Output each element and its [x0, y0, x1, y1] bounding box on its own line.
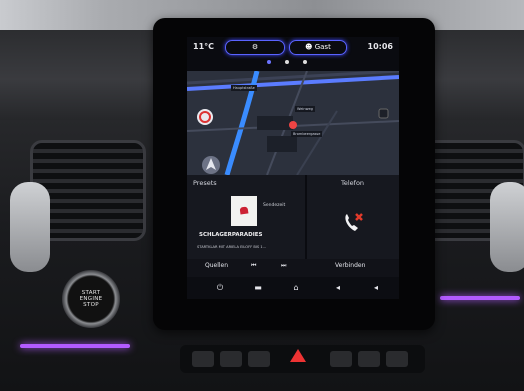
sender-tag: Sendezeit [263, 203, 286, 208]
console-switch[interactable] [358, 351, 380, 367]
page-dot[interactable] [285, 60, 289, 64]
console-switch[interactable] [248, 351, 270, 367]
presets-tile[interactable]: Presets Sendezeit SCHLAGERPARADIES START… [187, 175, 305, 259]
track-info: STARTKLAR MIT ARIELA EILOFF BIS 1... [197, 245, 267, 249]
skip-forward-icon[interactable]: ⏭ [281, 262, 286, 270]
dash-trim-left [10, 182, 50, 272]
profile-pill[interactable]: ☻ Gast [289, 40, 347, 55]
infotainment-screen: 11°C ⚙ ☻ Gast 10:06 Hauptstraße Weinweg … [187, 37, 399, 299]
heart-logo [239, 206, 249, 215]
map-street-label: Weinweg [295, 106, 315, 112]
console-switch[interactable] [192, 351, 214, 367]
navigation-map[interactable]: Hauptstraße Weinweg Brombeergasse [187, 71, 399, 175]
media-control-bar: Quellen ⏮ ⏭ Verbinden [187, 259, 399, 277]
hazard-light-button[interactable] [290, 349, 306, 362]
station-cover-art [231, 196, 257, 226]
equalizer-icon[interactable]: ▬ [253, 283, 263, 293]
volume-icon[interactable]: ◂ [371, 283, 381, 293]
power-icon[interactable]: ⏻ [215, 283, 225, 293]
sources-button[interactable]: Quellen [205, 262, 228, 269]
page-dot[interactable] [267, 60, 271, 64]
ambient-light-left [20, 344, 130, 348]
temperature-readout: 11°C [193, 42, 215, 51]
phone-tile[interactable]: Telefon [307, 175, 399, 259]
user-icon: ☻ [305, 43, 313, 51]
volume-icon[interactable]: ◂ [333, 283, 343, 293]
bottom-nav-bar: ⏻ ▬ ⌂ ◂ ◂ [187, 277, 399, 299]
presets-title: Presets [193, 179, 217, 187]
console-switch[interactable] [330, 351, 352, 367]
profile-label: Gast [314, 43, 331, 51]
skip-back-icon[interactable]: ⏮ [251, 262, 256, 270]
clock: 10:06 [367, 42, 393, 51]
home-icon[interactable]: ⌂ [291, 283, 301, 293]
console-switch[interactable] [220, 351, 242, 367]
status-bar: 11°C ⚙ ☻ Gast 10:06 [187, 37, 399, 59]
map-street-label: Brombeergasse [291, 131, 323, 137]
location-arrow-icon[interactable] [201, 155, 221, 175]
page-indicator [267, 60, 317, 66]
start-stop-button[interactable]: START ENGINE STOP [62, 270, 120, 328]
car-interior-photo: START ENGINE STOP 11°C ⚙ ☻ Gast 10:06 Ha… [0, 0, 524, 391]
station-name: SCHLAGERPARADIES [199, 232, 263, 238]
dash-trim-right [490, 182, 524, 272]
widget-tiles: Presets Sendezeit SCHLAGERPARADIES START… [187, 175, 399, 259]
phone-title: Telefon [341, 179, 365, 187]
start-label-3: STOP [83, 302, 99, 308]
phone-missed-icon [345, 213, 363, 231]
page-dot[interactable] [303, 60, 307, 64]
map-street-label: Hauptstraße [231, 85, 257, 91]
console-switch[interactable] [386, 351, 408, 367]
gear-icon: ⚙ [251, 43, 259, 51]
connect-button[interactable]: Verbinden [335, 262, 365, 269]
ambient-light-right [440, 296, 520, 300]
settings-pill[interactable]: ⚙ [225, 40, 285, 55]
